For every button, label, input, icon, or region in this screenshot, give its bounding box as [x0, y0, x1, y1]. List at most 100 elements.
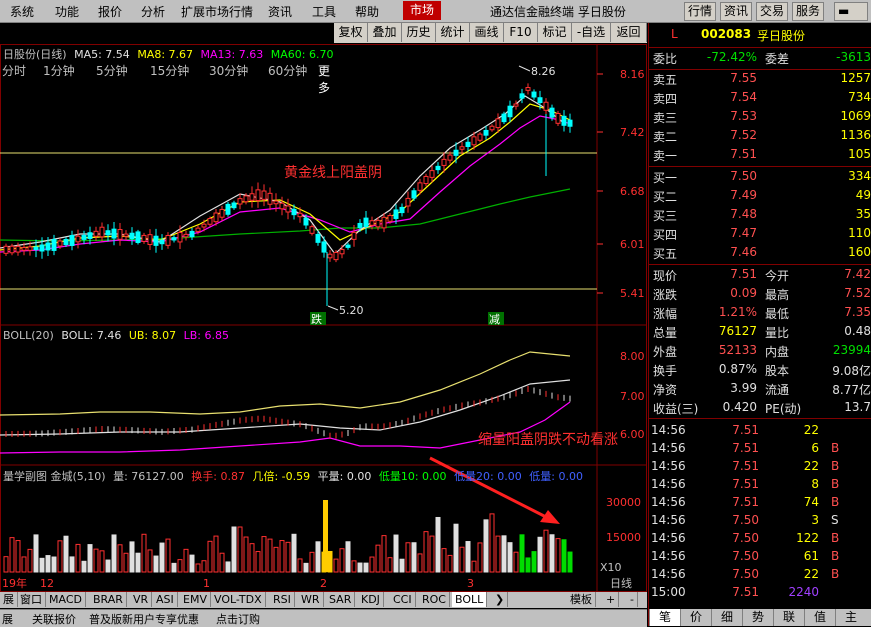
candle-body	[555, 113, 561, 124]
bid-price[interactable]: 7.50	[701, 169, 757, 183]
volume-bar	[63, 535, 69, 573]
menu-tools[interactable]: 工具	[312, 3, 336, 20]
status-related-quote[interactable]: 关联报价	[32, 611, 76, 627]
template-button[interactable]: 模板	[567, 592, 596, 607]
volume-bar	[147, 549, 153, 573]
tab-emv[interactable]: EMV	[180, 592, 211, 607]
tab-roc[interactable]: ROC	[419, 592, 450, 607]
tick-time: 14:56	[651, 441, 686, 455]
tab-vr[interactable]: VR	[130, 592, 153, 607]
tab-cci[interactable]: CCI	[390, 592, 416, 607]
bid-price[interactable]: 7.49	[701, 188, 757, 202]
bid-volume: 35	[855, 207, 871, 221]
tab-rsi[interactable]: RSI	[270, 592, 295, 607]
stats-button[interactable]: 统计	[436, 23, 470, 42]
tick-price: 7.50	[732, 531, 759, 545]
menu-function[interactable]: 功能	[55, 3, 79, 20]
tab-brar[interactable]: BRAR	[90, 592, 127, 607]
history-button[interactable]: 历史	[402, 23, 436, 42]
tab-wr[interactable]: WR	[298, 592, 324, 607]
tab-scroll-right[interactable]: ❯	[492, 592, 509, 607]
service-button[interactable]: 服务	[792, 2, 825, 21]
tab-boll[interactable]: BOLL	[452, 592, 488, 607]
ask-price[interactable]: 7.51	[701, 147, 757, 161]
draw-button[interactable]: 画线	[470, 23, 504, 42]
tab-kdj[interactable]: KDJ	[358, 592, 384, 607]
volume-bar	[465, 541, 471, 573]
ask-price[interactable]: 7.54	[701, 90, 757, 104]
tab-sar[interactable]: SAR	[326, 592, 356, 607]
volume-bar	[363, 562, 369, 573]
tab-macd[interactable]: MACD	[46, 592, 86, 607]
candle-body	[303, 217, 309, 226]
tab-main[interactable]: 主	[835, 609, 866, 626]
tab-vol-tdx[interactable]: VOL-TDX	[211, 592, 266, 607]
ask-price[interactable]: 7.55	[701, 71, 757, 85]
volume-bar	[279, 540, 285, 573]
menu-help[interactable]: 帮助	[355, 3, 379, 20]
volume-bar	[51, 556, 57, 573]
tab-price[interactable]: 价	[680, 609, 711, 626]
status-expand[interactable]: 展	[2, 611, 13, 627]
candle-body	[363, 217, 369, 228]
tab-expand[interactable]: 展	[0, 592, 18, 607]
ask-price[interactable]: 7.52	[701, 128, 757, 142]
remove-pane-button[interactable]: -	[627, 592, 638, 607]
tab-trades[interactable]: 笔	[649, 609, 680, 626]
tab-link[interactable]: 联	[773, 609, 804, 626]
status-subscribe[interactable]: 点击订购	[216, 611, 260, 627]
tick-side: B	[831, 549, 840, 563]
ask-price[interactable]: 7.53	[701, 109, 757, 123]
menu-info[interactable]: 资讯	[268, 3, 292, 20]
quote-button[interactable]: 行情	[684, 2, 717, 21]
tick-row: 15:00 7.51 2240	[649, 585, 871, 603]
volume-bar	[333, 558, 339, 573]
stat-row: 净资 3.99 流通 8.77亿	[653, 381, 871, 397]
volume-bar	[39, 557, 45, 573]
volume-bar	[153, 555, 159, 573]
tab-trend[interactable]: 势	[742, 609, 773, 626]
vol-unit: X10	[600, 561, 622, 574]
watchlist-button[interactable]: -自选	[572, 23, 611, 42]
tick-volume: 22	[803, 423, 819, 437]
fuquan-button[interactable]: 复权	[334, 23, 368, 42]
overlay-button[interactable]: 叠加	[368, 23, 402, 42]
kline-chart-area[interactable]: 8.16 7.42 6.68 6.01 5.41 8.26 5.20 黄金线上阳…	[0, 44, 648, 592]
tab-window[interactable]: 窗口	[17, 592, 46, 607]
mark-button[interactable]: 标记	[538, 23, 572, 42]
add-pane-button[interactable]: +	[603, 592, 620, 607]
bid-price[interactable]: 7.47	[701, 226, 757, 240]
ma60-line	[0, 188, 571, 242]
volume-bar	[471, 560, 477, 573]
back-button[interactable]: 返回	[611, 23, 647, 42]
tab-asi[interactable]: ASI	[153, 592, 178, 607]
volume-bar	[369, 556, 375, 573]
status-promo[interactable]: 普及版新用户专享优惠	[89, 611, 199, 627]
news-button[interactable]: 资讯	[720, 2, 753, 21]
volume-bar	[183, 548, 189, 573]
tab-value[interactable]: 值	[804, 609, 835, 626]
candle-body	[429, 170, 435, 178]
candle-body	[177, 231, 183, 243]
bid-price[interactable]: 7.48	[701, 207, 757, 221]
menu-quote[interactable]: 报价	[98, 3, 122, 20]
candle-body	[393, 209, 399, 219]
tick-volume: 2240	[788, 585, 819, 599]
menu-analysis[interactable]: 分析	[141, 3, 165, 20]
weicha-value: -3613	[836, 50, 871, 64]
stat-value: 0.48	[844, 324, 871, 338]
minimize-button[interactable]: ▬	[834, 2, 868, 21]
menu-system[interactable]: 系统	[10, 3, 34, 20]
volume-bar	[75, 543, 81, 573]
tick-volume: 6	[811, 441, 819, 455]
tick-time: 14:56	[651, 513, 686, 527]
tab-detail[interactable]: 细	[711, 609, 742, 626]
menu-extended-market[interactable]: 扩展市场行情	[181, 3, 253, 20]
volume-bar	[171, 562, 177, 573]
bid-price[interactable]: 7.46	[701, 245, 757, 259]
trade-button[interactable]: 交易	[756, 2, 789, 21]
volume-bar	[255, 551, 261, 573]
candle-body	[375, 219, 381, 228]
market-tab[interactable]: 市场	[403, 1, 441, 20]
f10-button[interactable]: F10	[504, 23, 538, 42]
